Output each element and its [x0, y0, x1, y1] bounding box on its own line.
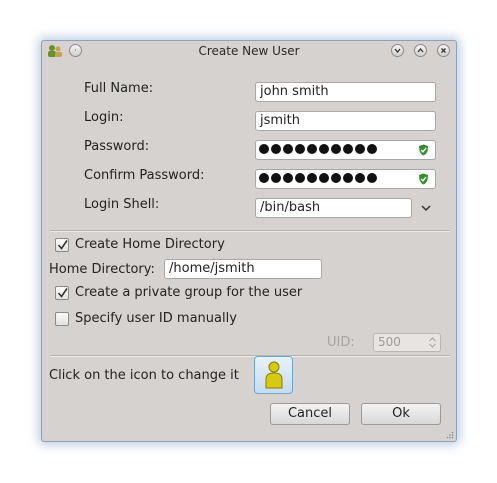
password-dot — [259, 173, 269, 183]
shield-strength-icon — [419, 144, 428, 156]
chevron-down-icon[interactable] — [420, 203, 432, 213]
uid-label: UID: — [327, 335, 355, 350]
password-dot — [283, 173, 293, 183]
password-dot — [319, 144, 329, 154]
ok-button[interactable]: Ok — [361, 403, 441, 425]
checkmark-icon — [57, 288, 68, 298]
password-dot — [367, 144, 377, 154]
password-label: Password: — [84, 139, 150, 154]
confirm-password-input[interactable] — [255, 169, 436, 189]
full-name-input[interactable]: john smith — [255, 82, 436, 102]
minimize-button[interactable] — [391, 44, 404, 57]
password-dot — [331, 173, 341, 183]
cancel-button[interactable]: Cancel — [270, 403, 350, 425]
uid-spinbox: 500 — [373, 333, 441, 352]
separator — [50, 355, 450, 357]
password-dot — [343, 173, 353, 183]
login-shell-combo[interactable]: /bin/bash — [255, 198, 412, 218]
spin-arrows-icon — [429, 337, 436, 348]
checkmark-icon — [57, 240, 68, 250]
password-dot — [307, 173, 317, 183]
home-directory-input[interactable]: /home/jsmith — [164, 259, 322, 279]
password-dot — [271, 173, 281, 183]
password-dot — [283, 144, 293, 154]
chevron-up-icon — [417, 47, 424, 53]
password-dot — [331, 144, 341, 154]
password-input[interactable] — [255, 140, 436, 160]
password-dot — [355, 173, 365, 183]
maximize-button[interactable] — [414, 44, 427, 57]
create-user-dialog: · Create New User Full Name: john smith … — [41, 40, 457, 442]
full-name-label: Full Name: — [84, 81, 154, 96]
create-home-checkbox[interactable] — [55, 238, 69, 252]
specify-uid-checkbox[interactable] — [55, 312, 69, 326]
confirm-password-mask — [259, 173, 377, 183]
create-home-label: Create Home Directory — [75, 237, 225, 252]
password-dot — [295, 173, 305, 183]
private-group-checkbox[interactable] — [55, 286, 69, 300]
home-directory-label: Home Directory: — [49, 262, 155, 277]
login-label: Login: — [84, 110, 124, 125]
login-input[interactable]: jsmith — [255, 111, 436, 131]
user-icon-button[interactable] — [254, 356, 293, 394]
password-dot — [319, 173, 329, 183]
shield-strength-icon — [419, 173, 428, 185]
private-group-label: Create a private group for the user — [75, 285, 303, 300]
password-mask — [259, 144, 377, 154]
specify-uid-label: Specify user ID manually — [75, 311, 237, 326]
login-shell-label: Login Shell: — [84, 197, 160, 212]
password-dot — [295, 144, 305, 154]
close-button[interactable] — [437, 44, 450, 57]
uid-value: 500 — [378, 335, 401, 349]
user-avatar-icon — [265, 361, 283, 389]
resize-grip-icon[interactable] — [446, 431, 454, 439]
password-dot — [307, 144, 317, 154]
chevron-down-icon — [394, 48, 401, 54]
confirm-password-label: Confirm Password: — [84, 168, 205, 183]
title-bar: · Create New User — [42, 41, 456, 63]
password-dot — [259, 144, 269, 154]
separator — [50, 230, 450, 232]
change-icon-label: Click on the icon to change it — [49, 368, 239, 383]
password-dot — [343, 144, 353, 154]
close-icon — [441, 48, 446, 53]
password-dot — [367, 173, 377, 183]
password-dot — [355, 144, 365, 154]
password-dot — [271, 144, 281, 154]
